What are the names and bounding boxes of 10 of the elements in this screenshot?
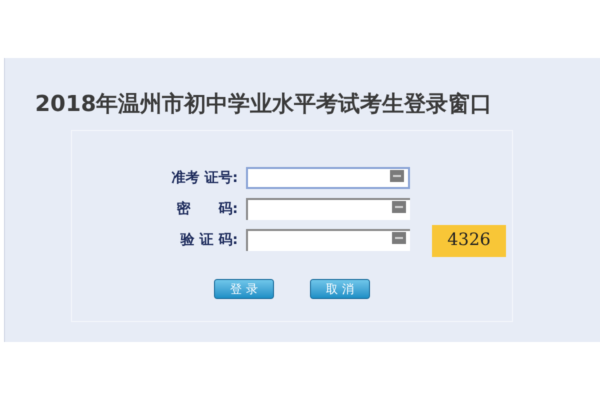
field-label: 验 证 码: [179,230,239,250]
login-button[interactable]: 登 录 [214,279,274,299]
page-title: 2018年温州市初中学业水平考试考生登录窗口 [35,90,492,119]
captcha-code: 4326 [432,225,506,257]
field-label: 密 码: [175,200,239,218]
input-field[interactable] [246,229,410,251]
field-label: 准考 证号: [170,168,239,188]
input-field[interactable] [246,198,410,220]
cancel-button[interactable]: 取 消 [310,279,370,299]
input-field[interactable] [246,167,410,189]
